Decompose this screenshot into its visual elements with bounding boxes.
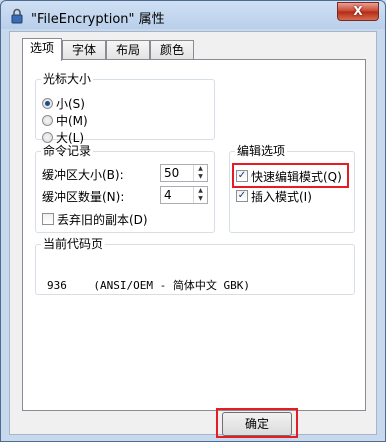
buffer-size-stepper[interactable]: 50 ▲ ▼ [160, 164, 208, 182]
dialog-body: 选项 字体 布局 颜色 光标大小 小(S) 中(M) 大(L) 命令记录 缓冲区… [9, 31, 377, 438]
discard-old-duplicates[interactable]: 丢弃旧的副本(D) [42, 211, 148, 227]
discard-label: 丢弃旧的副本(D) [57, 212, 148, 227]
close-icon: X [353, 4, 363, 18]
edit-options-group: 编辑选项 ✓ 快速编辑模式(Q) ✓ 插入模式(I) [229, 145, 355, 233]
insert-mode-checkbox[interactable]: ✓ [236, 190, 248, 202]
discard-checkbox[interactable] [42, 213, 54, 225]
tab-font[interactable]: 字体 [62, 40, 106, 60]
buffer-count-stepper[interactable]: 4 ▲ ▼ [160, 186, 208, 204]
radio-medium[interactable]: 中(M) [42, 112, 88, 128]
radio-large-indicator[interactable] [42, 131, 53, 143]
spin-down-icon[interactable]: ▼ [194, 195, 207, 203]
radio-small-indicator[interactable] [42, 97, 53, 109]
buffer-size-value: 50 [164, 166, 180, 180]
spin-up-icon[interactable]: ▲ [194, 165, 207, 173]
codepage-legend: 当前代码页 [43, 237, 104, 251]
command-history-group: 命令记录 缓冲区大小(B): 50 ▲ ▼ 缓冲区数量(N): 4 ▲ ▼ 丢弃旧的… [35, 145, 215, 233]
radio-large-label: 大(L) [56, 130, 85, 145]
radio-small-label: 小(S) [56, 96, 85, 111]
codepage-value: 936 (ANSI/OEM - 简体中文 GBK) [47, 279, 250, 292]
spin-up-icon[interactable]: ▲ [194, 187, 207, 195]
edit-options-legend: 编辑选项 [237, 144, 286, 158]
tab-layout[interactable]: 布局 [106, 40, 150, 60]
insert-mode-option[interactable]: ✓ 插入模式(I) [236, 188, 312, 204]
radio-large[interactable]: 大(L) [42, 129, 84, 145]
tab-options[interactable]: 选项 [22, 38, 62, 61]
buffer-size-label: 缓冲区大小(B): [42, 167, 124, 182]
spin-down-icon[interactable]: ▼ [194, 173, 207, 181]
options-panel: 光标大小 小(S) 中(M) 大(L) 命令记录 缓冲区大小(B): 50 ▲ … [22, 59, 366, 411]
radio-medium-label: 中(M) [56, 113, 88, 128]
command-history-legend: 命令记录 [43, 144, 92, 158]
properties-window: "FileEncryption" 属性 X 选项 字体 布局 颜色 光标大小 小… [0, 0, 386, 442]
cursor-size-group: 光标大小 小(S) 中(M) 大(L) [35, 72, 215, 145]
insert-mode-label: 插入模式(I) [251, 189, 312, 204]
window-title: "FileEncryption" 属性 [31, 12, 165, 27]
tab-colors[interactable]: 颜色 [150, 40, 194, 60]
close-button[interactable]: X [337, 2, 379, 21]
title-bar[interactable]: "FileEncryption" 属性 X [1, 1, 385, 31]
ok-button-highlight [216, 408, 298, 438]
buffer-count-label: 缓冲区数量(N): [42, 189, 125, 204]
radio-small[interactable]: 小(S) [42, 95, 85, 111]
cursor-size-legend: 光标大小 [43, 72, 92, 86]
lock-icon [11, 8, 23, 24]
buffer-count-value: 4 [164, 188, 172, 202]
radio-medium-indicator[interactable] [42, 114, 53, 126]
quick-edit-highlight [232, 163, 349, 188]
